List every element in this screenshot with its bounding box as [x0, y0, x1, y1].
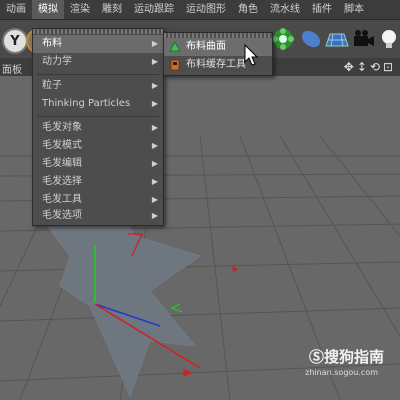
submenu-arrow-icon: ▶ — [151, 177, 158, 186]
submenu-arrow-icon: ▶ — [151, 211, 158, 220]
menu-plugins[interactable]: 插件 — [306, 0, 338, 19]
camera-icon[interactable] — [350, 26, 376, 52]
panel-menu[interactable]: 面板 — [2, 61, 22, 76]
menu-item-label: 毛发选择 — [42, 176, 82, 187]
menu-item-label: 布料缓存工具 — [186, 59, 246, 70]
menu-item-label: 布料曲面 — [186, 41, 226, 52]
menu-item-dynamics[interactable]: 动力学 ▶ — [33, 53, 163, 71]
menu-divider — [37, 74, 159, 75]
viewport-nav-icons[interactable]: ✥↕⟲⊡ — [344, 60, 396, 74]
watermark-url: zhinan.sogou.com — [305, 368, 378, 377]
menu-item-label: Thinking Particles — [42, 98, 131, 109]
menu-item-label: 动力学 — [42, 56, 72, 67]
menu-item-hair-mode[interactable]: 毛发模式 ▶ — [33, 137, 163, 155]
submenu-arrow-icon: ▶ — [151, 99, 158, 108]
menu-animate[interactable]: 动画 — [0, 0, 32, 19]
submenu-arrow-icon: ▶ — [151, 57, 158, 66]
submenu-arrow-icon: ▶ — [151, 141, 158, 150]
menu-item-label: 粒子 — [42, 80, 62, 91]
menu-mograph[interactable]: 运动图形 — [180, 0, 232, 19]
menu-item-hair-selection[interactable]: 毛发选择 ▶ — [33, 173, 163, 191]
simulate-dropdown: 布料 ▶ 动力学 ▶ 粒子 ▶ Thinking Particles ▶ 毛发对… — [32, 28, 164, 226]
menu-item-hair-objects[interactable]: 毛发对象 ▶ — [33, 119, 163, 137]
mouse-cursor-icon — [244, 44, 258, 66]
menu-motion-tracking[interactable]: 运动跟踪 — [128, 0, 180, 19]
menu-divider — [37, 116, 159, 117]
menu-item-label: 毛发编辑 — [42, 158, 82, 169]
y-axis-lock-button[interactable]: Y — [2, 28, 28, 54]
menu-bar: 动画 模拟 渲染 雕刻 运动跟踪 运动图形 角色 流水线 插件 脚本 — [0, 0, 400, 20]
menu-sculpt[interactable]: 雕刻 — [96, 0, 128, 19]
menu-item-label: 毛发选项 — [42, 210, 82, 221]
menu-item-label: 毛发工具 — [42, 194, 82, 205]
deformer-icon[interactable] — [298, 26, 324, 52]
menu-item-thinking-particles[interactable]: Thinking Particles ▶ — [33, 95, 163, 113]
menu-render[interactable]: 渲染 — [64, 0, 96, 19]
submenu-arrow-icon: ▶ — [151, 39, 158, 48]
menu-simulate[interactable]: 模拟 — [32, 0, 64, 19]
cloth-cache-icon — [170, 59, 180, 71]
cloth-surface-icon — [169, 41, 181, 52]
menu-pipeline[interactable]: 流水线 — [264, 0, 306, 19]
submenu-arrow-icon: ▶ — [151, 123, 158, 132]
watermark-logo: Ⓢ搜狗指南 — [308, 348, 384, 366]
menu-character[interactable]: 角色 — [232, 0, 264, 19]
menu-item-hair-edit[interactable]: 毛发编辑 ▶ — [33, 155, 163, 173]
menu-tear-off-grip[interactable] — [33, 29, 163, 34]
submenu-arrow-icon: ▶ — [151, 159, 158, 168]
menu-item-label: 毛发对象 — [42, 122, 82, 133]
mograph-cloner-icon[interactable] — [270, 26, 296, 52]
menu-item-cloth[interactable]: 布料 ▶ — [33, 35, 163, 53]
submenu-arrow-icon: ▶ — [151, 81, 158, 90]
menu-item-label: 毛发模式 — [42, 140, 82, 151]
menu-script[interactable]: 脚本 — [338, 0, 370, 19]
menu-item-label: 布料 — [42, 38, 62, 49]
light-bulb-icon[interactable] — [376, 26, 400, 52]
menu-item-hair-options[interactable]: 毛发选项 ▶ — [33, 207, 163, 225]
floor-grid-icon[interactable] — [324, 26, 350, 52]
menu-item-particles[interactable]: 粒子 ▶ — [33, 77, 163, 95]
